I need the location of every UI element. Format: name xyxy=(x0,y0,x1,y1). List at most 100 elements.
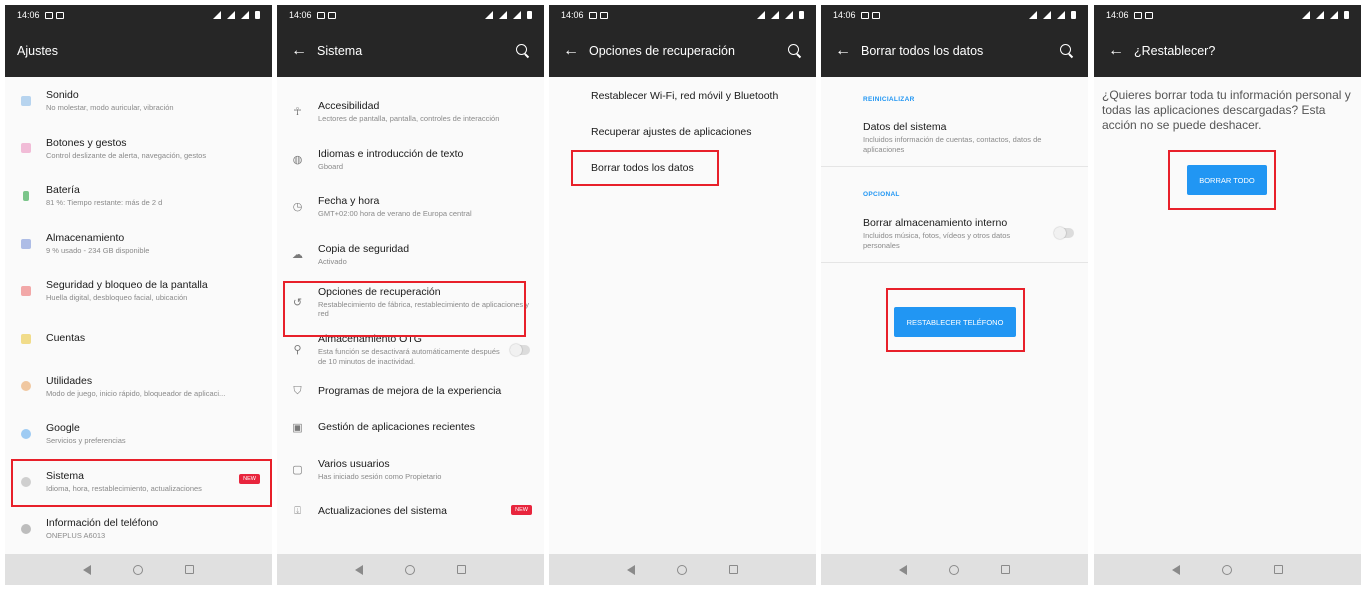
app-bar: ← Borrar todos los datos xyxy=(821,25,1088,77)
signal-icon xyxy=(513,11,521,19)
page-title: Sistema xyxy=(317,44,363,58)
back-arrow-icon[interactable]: ← xyxy=(1094,42,1134,60)
screen-sistema: 14:06 ← Sistema ☥ Accesibilidad Lectores d… xyxy=(277,5,544,585)
search-icon[interactable] xyxy=(788,44,802,58)
recents-icon[interactable] xyxy=(729,565,738,574)
shield-icon: ⛉ xyxy=(293,385,302,398)
app-bar: ← Opciones de recuperación xyxy=(549,25,816,77)
nav-bar xyxy=(5,554,272,585)
otg-toggle[interactable] xyxy=(510,343,530,356)
item-subtitle: Control deslizante de alerta, navegación… xyxy=(46,150,207,160)
accessibility-icon: ☥ xyxy=(293,106,302,119)
erase-storage-item[interactable]: Borrar almacenamiento interno Incluidos … xyxy=(863,217,1042,250)
settings-item-sonido[interactable]: Sonido No molestar, modo auricular, vibra… xyxy=(5,77,272,125)
battery-icon xyxy=(22,190,29,201)
lock-icon xyxy=(20,286,31,297)
option-reset-apps[interactable]: Recuperar ajustes de aplicaciones xyxy=(591,126,752,138)
nav-bar xyxy=(821,554,1088,585)
app-bar: ← ¿Restablecer? xyxy=(1094,25,1361,77)
signal-icon xyxy=(485,11,493,19)
settings-item-almacenamiento[interactable]: Almacenamiento 9 % usado - 234 GB disponi… xyxy=(5,220,272,268)
page-title: Opciones de recuperación xyxy=(589,44,735,58)
wifi-icon xyxy=(771,11,779,19)
recents-icon[interactable] xyxy=(1001,565,1010,574)
status-time: 14:06 xyxy=(833,10,856,20)
erase-storage-toggle[interactable] xyxy=(1054,227,1074,239)
item-subtitle: Huella digital, desbloqueo facial, ubica… xyxy=(46,293,188,303)
signal-icon xyxy=(1302,11,1310,19)
status-bar: 14:06 xyxy=(821,5,1088,25)
system-data-item: Datos del sistema Incluidos información … xyxy=(863,121,1074,154)
recents-icon[interactable] xyxy=(185,565,194,574)
cloud-icon: ☁ xyxy=(292,249,303,262)
page-title: Borrar todos los datos xyxy=(861,44,984,58)
settings-item-seguridad[interactable]: Seguridad y bloqueo de la pantalla Huella… xyxy=(5,267,272,315)
status-bar: 14:06 xyxy=(1094,5,1361,25)
home-icon[interactable] xyxy=(677,564,687,575)
settings-item-utilidades[interactable]: Utilidades Modo de juego, inicio rápido, … xyxy=(5,363,272,411)
confirm-message: ¿Quieres borrar toda tu información pers… xyxy=(1102,88,1351,132)
notification-icon xyxy=(1144,11,1153,19)
system-item-fecha[interactable]: ◷ Fecha y hora GMT+02:00 hora de verano de… xyxy=(277,183,544,231)
back-icon[interactable] xyxy=(627,564,635,575)
system-item-accesibilidad[interactable]: ☥ Accesibilidad Lectores de pantalla, pant… xyxy=(277,88,544,136)
signal-icon xyxy=(757,11,765,19)
notification-icon xyxy=(1133,11,1142,19)
nav-bar xyxy=(549,554,816,585)
back-icon[interactable] xyxy=(899,564,907,575)
status-bar: 14:06 xyxy=(549,5,816,25)
system-item-usuarios[interactable]: ▢ Varios usuarios Has iniciado sesión como… xyxy=(277,446,544,494)
section-reinicializar: REINICIALIZAR xyxy=(863,96,915,103)
recents-icon[interactable] xyxy=(457,565,466,574)
battery-icon xyxy=(1071,11,1076,19)
page-title: ¿Restablecer? xyxy=(1134,44,1216,58)
item-title: Batería xyxy=(46,184,80,197)
system-item-programas[interactable]: ⛉ Programas de mejora de la experiencia xyxy=(277,374,544,410)
nav-bar xyxy=(1094,554,1361,585)
search-icon[interactable] xyxy=(1060,44,1074,58)
notification-icon xyxy=(588,11,597,19)
back-arrow-icon[interactable]: ← xyxy=(277,42,317,60)
settings-item-google[interactable]: Google Servicios y preferencias xyxy=(5,410,272,458)
system-item-actualizaciones[interactable]: ⍗ Actualizaciones del sistema NEW xyxy=(277,493,544,529)
battery-icon xyxy=(527,11,532,19)
clock-icon: ◷ xyxy=(292,201,303,214)
item-title: Copia de seguridad xyxy=(318,242,410,255)
back-icon[interactable] xyxy=(1172,564,1180,575)
option-reset-network[interactable]: Restablecer Wi-Fi, red móvil y Bluetooth xyxy=(591,90,778,102)
search-icon[interactable] xyxy=(516,44,530,58)
status-bar: 14:06 xyxy=(277,5,544,25)
back-icon[interactable] xyxy=(83,564,91,575)
screen-recuperacion: 14:06 ← Opciones de recuperación Restabl… xyxy=(549,5,816,585)
settings-item-botones[interactable]: Botones y gestos Control deslizante de al… xyxy=(5,125,272,173)
item-title: Información del teléfono xyxy=(46,517,159,530)
update-icon: ⍗ xyxy=(294,504,301,517)
system-item-idiomas[interactable]: ◍ Idiomas e introducción de texto Gboard xyxy=(277,136,544,184)
settings-item-bateria[interactable]: Batería 81 %: Tiempo restante: más de 2 d xyxy=(5,172,272,220)
home-icon[interactable] xyxy=(949,564,959,575)
volume-icon xyxy=(20,95,31,106)
item-subtitle: GMT+02:00 hora de verano de Europa centr… xyxy=(318,209,472,219)
home-icon[interactable] xyxy=(1222,564,1232,575)
back-arrow-icon[interactable]: ← xyxy=(821,42,861,60)
system-item-copia[interactable]: ☁ Copia de seguridad Activado xyxy=(277,231,544,279)
item-title: Sonido xyxy=(46,89,79,102)
home-icon[interactable] xyxy=(133,564,143,575)
back-icon[interactable] xyxy=(355,564,363,575)
notification-icon xyxy=(599,11,608,19)
item-subtitle: Gboard xyxy=(318,161,344,171)
signal-icon xyxy=(213,11,221,19)
recents-icon[interactable] xyxy=(1274,565,1283,574)
settings-item-informacion[interactable]: Información del teléfono ONEPLUS A6013 xyxy=(5,505,272,553)
back-arrow-icon[interactable]: ← xyxy=(549,42,589,60)
item-title: Gestión de aplicaciones recientes xyxy=(318,421,476,434)
screen-ajustes: 14:06 Ajustes Sonido No molestar, modo au… xyxy=(5,5,272,585)
system-item-recientes[interactable]: ▣ Gestión de aplicaciones recientes xyxy=(277,410,544,446)
user-icon: ▢ xyxy=(292,463,303,476)
highlight-restablecer xyxy=(886,288,1025,352)
settings-item-cuentas[interactable]: Cuentas xyxy=(5,315,272,363)
home-icon[interactable] xyxy=(405,564,415,575)
status-bar: 14:06 xyxy=(5,5,272,25)
signal-icon xyxy=(785,11,793,19)
item-title: Actualizaciones del sistema xyxy=(318,504,447,517)
